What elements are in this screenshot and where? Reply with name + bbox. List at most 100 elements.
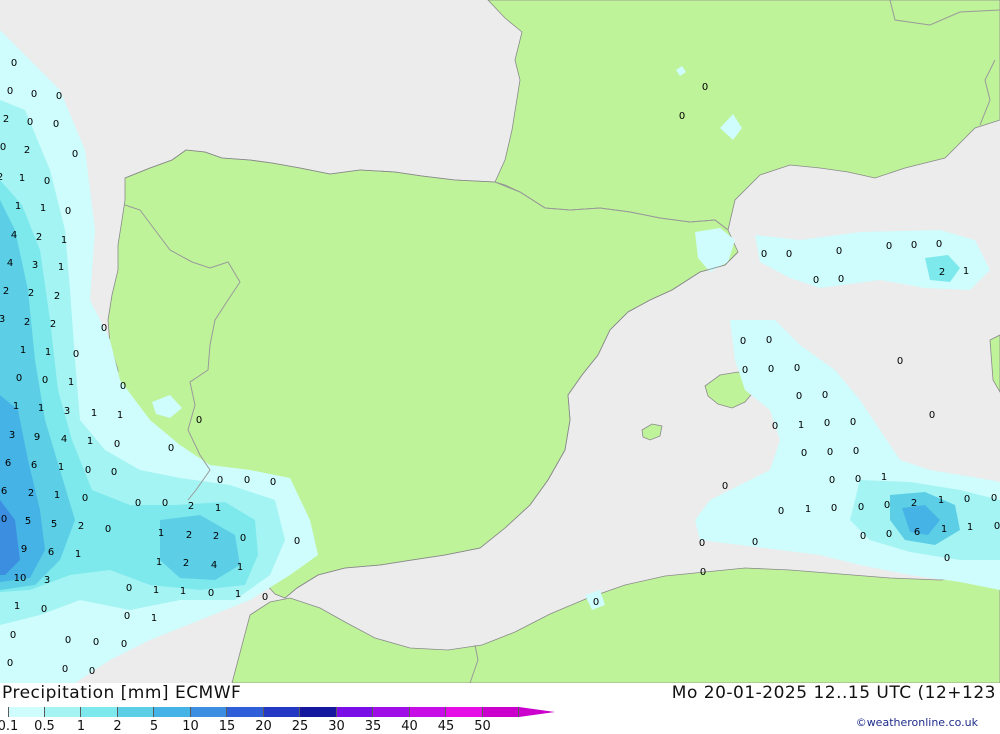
precip-value-label: 0 [1,514,7,525]
precip-value-label: 0 [778,506,784,517]
precip-value-label: 0 [886,241,892,252]
precip-value-label: 1 [156,557,162,568]
precip-value-label: 0 [168,443,174,454]
precip-value-label: 0 [897,356,903,367]
precip-value-label: 2 [3,114,9,125]
precip-value-label: 1 [87,436,93,447]
precip-value-label: 2 [78,521,84,532]
precip-value-label: 1 [180,586,186,597]
map-title: Precipitation [mm] ECMWF [2,683,242,703]
precip-value-label: 1 [38,403,44,414]
precip-value-label: 0 [886,529,892,540]
precipitation-map: 0000200020210110421431222322011000101131… [0,0,1000,684]
precip-value-label: 0 [294,536,300,547]
scale-tick-label: 25 [291,719,309,734]
precip-value-label: 0 [270,477,276,488]
precip-value-label: 0 [699,538,705,549]
scale-swatch [117,707,154,717]
precip-value-label: 0 [65,206,71,217]
precip-value-label: 0 [740,336,746,347]
precip-value-label: 2 [3,286,9,297]
precip-value-label: 3 [32,260,38,271]
precip-value-label: 0 [766,335,772,346]
credit-link[interactable]: ©weatheronline.co.uk [856,716,978,729]
precip-value-label: 1 [20,345,26,356]
precip-value-label: 0 [217,475,223,486]
precip-value-label: 0 [101,323,107,334]
precip-value-label: 0 [911,240,917,251]
precip-value-label: 0 [944,553,950,564]
precip-value-label: 0 [42,375,48,386]
precip-value-label: 1 [117,410,123,421]
precip-value-label: 2 [911,498,917,509]
precip-value-label: 4 [11,230,17,241]
scale-swatch [154,707,191,717]
precip-value-label: 0 [991,493,997,504]
precip-value-label: 6 [914,527,920,538]
precip-value-label: 0 [44,176,50,187]
scale-tick-label: 35 [364,719,382,734]
scale-swatch [8,707,45,717]
precip-value-label: 1 [68,377,74,388]
precip-value-label: 1 [40,203,46,214]
precip-value-label: 5 [51,519,57,530]
precip-value-label: 0 [73,349,79,360]
precip-value-label: 0 [827,447,833,458]
scale-tick-label: 10 [182,719,199,734]
scale-swatch [373,707,410,717]
precip-value-label: 6 [1,486,7,497]
scale-tick-label: 15 [218,719,236,734]
precip-value-label: 0 [162,498,168,509]
precip-value-label: 0 [742,365,748,376]
precip-value-label: 0 [836,246,842,257]
precip-value-label: 0 [929,410,935,421]
precip-value-label: 0 [838,274,844,285]
scale-tick-label: 1 [76,719,86,734]
precip-value-label: 0 [768,364,774,375]
footer: Precipitation [mm] ECMWF Mo 20-01-2025 1… [0,683,1000,734]
precip-value-label: 0 [884,500,890,511]
precip-value-label: 0 [56,91,62,102]
precip-value-label: 0 [121,639,127,650]
map-svg: 0000200020210110421431222322011000101131… [0,0,1000,684]
precip-value-label: 1 [151,613,157,624]
precip-value-label: 0 [105,524,111,535]
precip-value-label: 0 [786,249,792,260]
precip-value-label: 0 [700,567,706,578]
precip-value-label: 0 [964,494,970,505]
precip-value-label: 0 [761,249,767,260]
precip-value-label: 0 [262,592,268,603]
precip-value-label: 1 [14,601,20,612]
precip-value-label: 0 [722,481,728,492]
scale-tick-label: 0.5 [34,719,55,734]
precip-value-label: 1 [61,235,67,246]
precip-value-label: 1 [235,589,241,600]
scale-swatch [263,707,300,717]
precip-value-label: 5 [25,516,31,527]
scale-swatch [300,707,337,717]
scale-swatch [336,707,373,717]
color-scale [8,707,519,717]
precip-value-label: 0 [7,86,13,97]
scale-swatch [482,707,519,717]
precip-value-label: 0 [62,664,68,675]
precip-value-label: 0 [111,467,117,478]
precip-value-label: 0 [27,117,33,128]
precip-value-label: 1 [45,347,51,358]
precip-value-label: 0 [0,142,6,153]
precip-value-label: 0 [855,474,861,485]
scale-tick-label: 40 [401,719,418,734]
scale-tick-label: 5 [149,719,159,734]
precip-value-label: 9 [34,432,40,443]
precip-value-label: 1 [805,504,811,515]
precip-value-label: 2 [183,558,189,569]
scale-swatch [446,707,483,717]
scale-swatch [227,707,264,717]
precip-value-label: 3 [0,314,5,325]
scale-swatch [44,707,81,717]
precip-value-label: 1 [19,173,25,184]
precip-value-label: 0 [196,415,202,426]
precip-value-label: 6 [48,547,54,558]
precip-value-label: 1 [54,490,60,501]
precip-value-label: 0 [829,475,835,486]
